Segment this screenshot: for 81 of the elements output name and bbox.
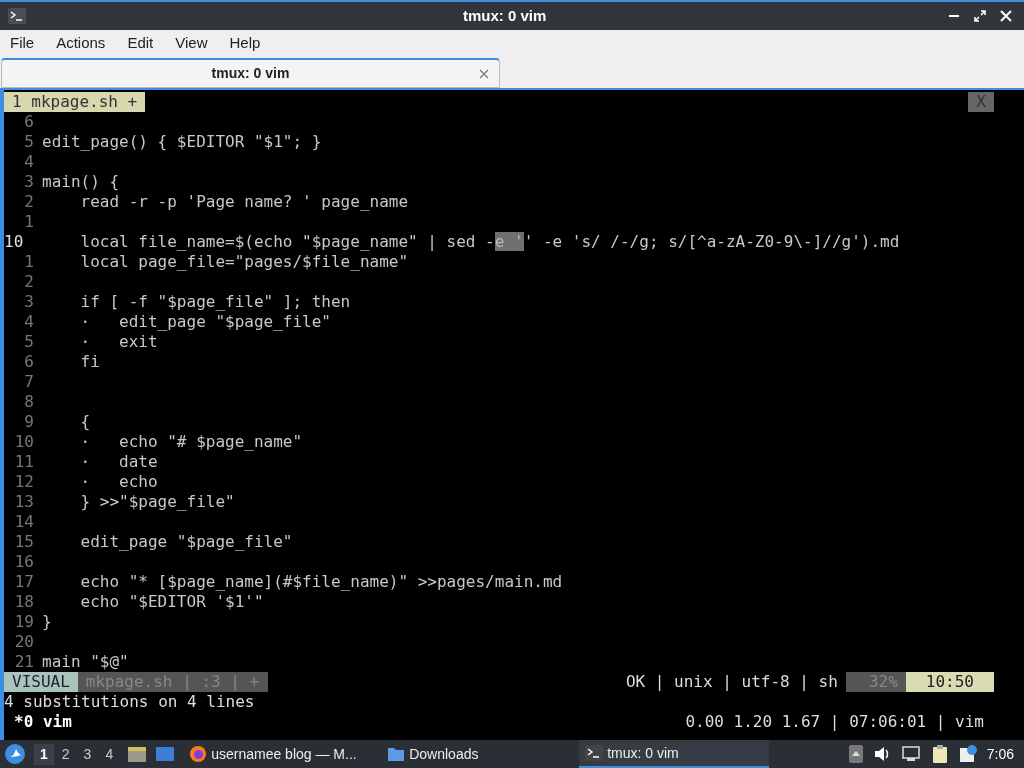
code-line: · edit_page "$page_file" <box>79 312 331 332</box>
line-number: 3 <box>23 172 35 192</box>
line-number: 17 <box>13 572 35 592</box>
line-number: 2 <box>23 192 35 212</box>
line-number: 20 <box>13 632 35 652</box>
terminal-icon <box>8 8 26 24</box>
line-number: 9 <box>23 412 35 432</box>
desktop-icon[interactable] <box>155 745 176 763</box>
menu-item[interactable]: Actions <box>56 31 106 55</box>
file-manager-icon[interactable] <box>127 745 148 763</box>
browser-icon <box>189 745 208 763</box>
maximize-icon[interactable] <box>974 10 986 22</box>
line-number: 10 <box>4 232 25 252</box>
code-line: main() { <box>42 172 120 192</box>
code-line: } <box>42 612 52 632</box>
line-number: 10 <box>13 432 35 452</box>
network-icon[interactable] <box>900 746 921 762</box>
line-number: 6 <box>23 352 35 372</box>
menu-item[interactable]: Help <box>229 31 261 55</box>
line-number: 11 <box>13 452 35 472</box>
code-line: fi <box>79 352 100 372</box>
line-number: 6 <box>23 112 35 132</box>
code-line: } >>"$page_file" <box>79 492 235 512</box>
task-button[interactable]: usernamee blog — M... <box>183 740 374 768</box>
buffer-tab[interactable]: 1 mkpage.sh + <box>4 92 146 112</box>
menu-item[interactable]: File <box>10 31 35 55</box>
mode-indicator: VISUAL <box>4 672 78 692</box>
line-number: 14 <box>13 512 35 532</box>
line-number: 4 <box>23 152 35 172</box>
cursor-position: 10:50 <box>905 672 994 692</box>
line-number: 4 <box>23 312 35 332</box>
workspace-button[interactable]: 2 <box>55 743 76 765</box>
line-number: 16 <box>13 552 35 572</box>
code-line: read -r -p 'Page name? ' page_name <box>79 192 409 212</box>
line-number: 15 <box>13 532 35 552</box>
notification-icon[interactable] <box>958 745 977 763</box>
line-number: 5 <box>23 332 35 352</box>
line-number: 2 <box>23 272 35 292</box>
code-line: edit_page() { $EDITOR "$1"; } <box>42 132 322 152</box>
workspace-button[interactable]: 4 <box>99 743 120 765</box>
line-number: 19 <box>13 612 35 632</box>
task-button[interactable]: Downloads <box>381 740 572 768</box>
menu-item[interactable]: Edit <box>127 31 154 55</box>
code-line: local page_file="pages/$file_name" <box>79 252 409 272</box>
start-menu-icon[interactable] <box>4 743 26 765</box>
line-number: 3 <box>23 292 35 312</box>
clock[interactable]: 7:06 <box>986 743 1020 765</box>
workspace-button[interactable]: 1 <box>34 743 54 765</box>
command-message: 4 substitutions on 4 lines <box>4 692 255 711</box>
code-line: · echo "# $page_name" <box>79 432 303 452</box>
clipboard-icon[interactable] <box>930 744 949 764</box>
line-number: 7 <box>23 372 35 392</box>
code-line: if [ -f "$page_file" ]; then <box>79 292 351 312</box>
code-line: edit_page "$page_file" <box>79 532 293 552</box>
folder-icon <box>387 746 406 762</box>
terminal-tab[interactable]: tmux: 0 vim <box>1 58 500 88</box>
line-number: 13 <box>13 492 35 512</box>
code-line: main "$@" <box>42 652 129 672</box>
file-status: OK | unix | utf-8 | sh <box>624 672 839 692</box>
line-number: 12 <box>13 472 35 492</box>
line-number: 5 <box>23 132 35 152</box>
tmux-status: 0.00 1.20 1.67 | 07:06:01 | vim <box>685 712 984 732</box>
code-line: echo "$EDITOR '$1'" <box>79 592 264 612</box>
line-number: 21 <box>13 652 35 672</box>
line-number: 18 <box>13 592 35 612</box>
task-button[interactable]: tmux: 0 vim <box>579 740 770 768</box>
volume-icon[interactable] <box>872 746 891 762</box>
code-line: echo "* [$page_name](#$file_name)" >>pages/main.md <box>79 572 563 592</box>
code-line: { <box>79 412 91 432</box>
window-title: tmux: 0 vim <box>463 5 547 26</box>
tmux-window[interactable]: *0 vim <box>4 712 72 732</box>
terminal-icon <box>585 745 604 761</box>
line-number: 1 <box>23 252 35 272</box>
workspace-button[interactable]: 3 <box>77 743 98 765</box>
menu-item[interactable]: View <box>175 31 208 55</box>
code-line: local file_name=$(echo "$page_name" | sed -e '' -e 's/ /-/g; s/[^a-zA-Z0-9\-]//g').md <box>79 232 900 252</box>
line-number: 1 <box>23 212 35 232</box>
code-line: · exit <box>79 332 158 352</box>
line-number: 8 <box>23 392 35 412</box>
code-line: · date <box>79 452 158 472</box>
code-line: · echo <box>79 472 158 492</box>
